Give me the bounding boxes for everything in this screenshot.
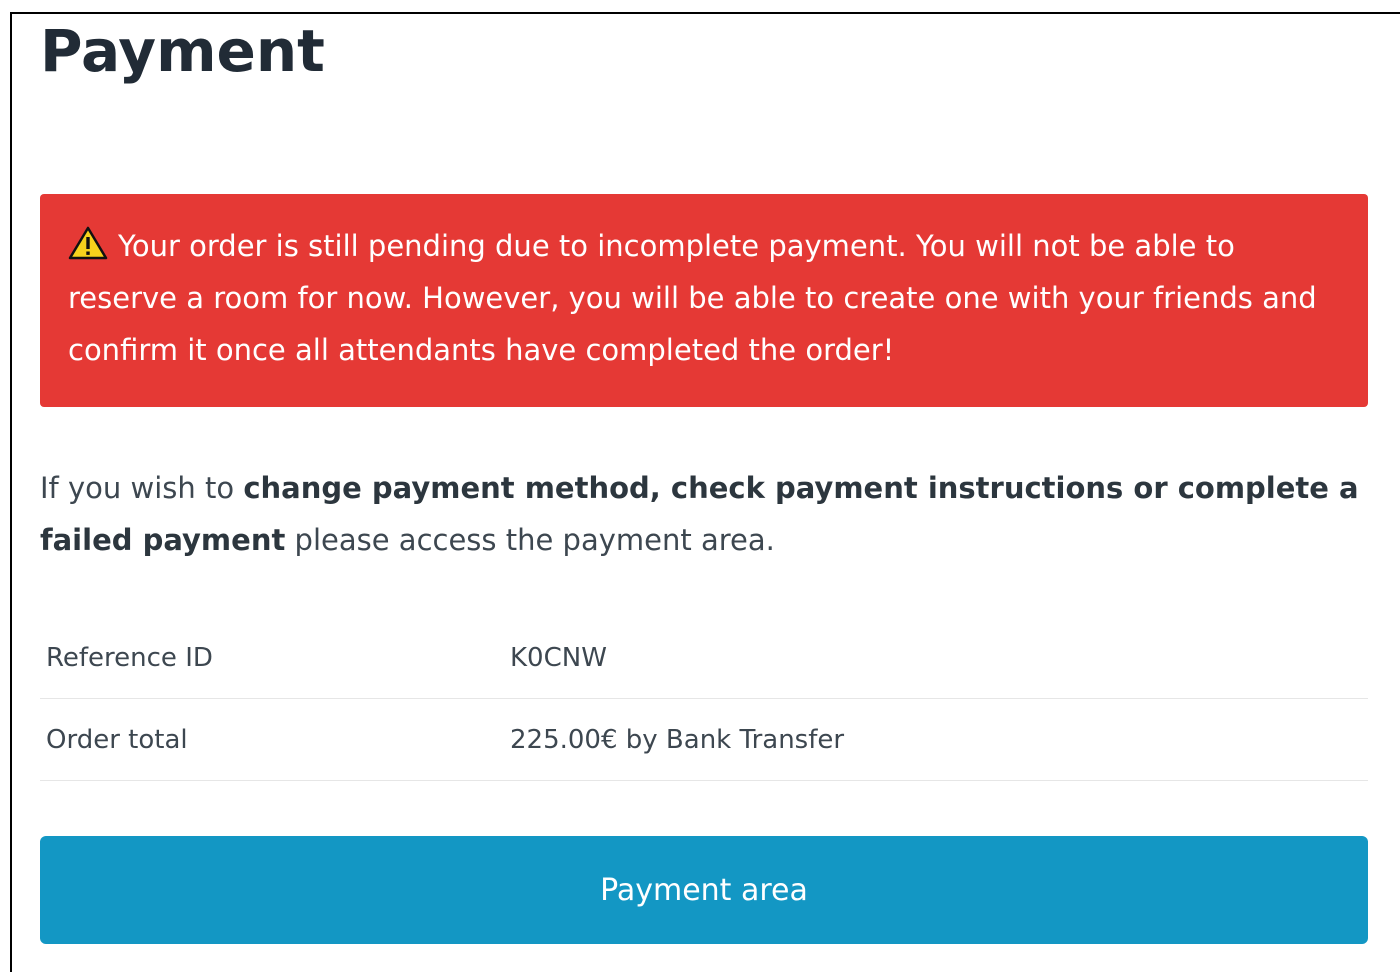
alert-message: Your order is still pending due to incom… bbox=[68, 229, 1317, 367]
warning-icon bbox=[68, 226, 108, 260]
info-suffix: please access the payment area. bbox=[285, 523, 775, 557]
reference-id-label: Reference ID bbox=[40, 617, 504, 699]
reference-id-value: K0CNW bbox=[504, 617, 1368, 699]
table-row-order-total: Order total 225.00€ by Bank Transfer bbox=[40, 698, 1368, 781]
page-title: Payment bbox=[40, 17, 325, 85]
order-details-table: Reference ID K0CNW Order total 225.00€ b… bbox=[40, 617, 1368, 781]
table-row-reference-id: Reference ID K0CNW bbox=[40, 617, 1368, 699]
payment-info-text: If you wish to change payment method, ch… bbox=[40, 462, 1368, 566]
info-prefix: If you wish to bbox=[40, 471, 244, 505]
order-total-label: Order total bbox=[40, 698, 504, 781]
order-total-value: 225.00€ by Bank Transfer bbox=[504, 698, 1368, 781]
pending-payment-alert: Your order is still pending due to incom… bbox=[40, 194, 1368, 407]
payment-area-button[interactable]: Payment area bbox=[40, 836, 1368, 944]
